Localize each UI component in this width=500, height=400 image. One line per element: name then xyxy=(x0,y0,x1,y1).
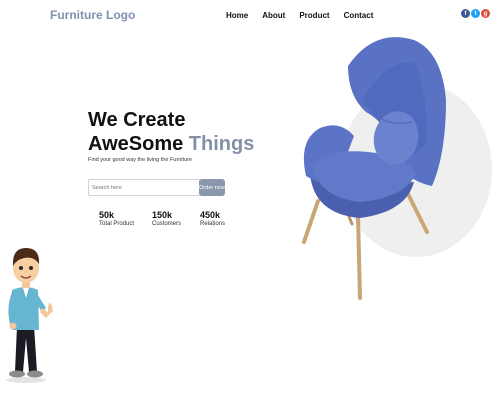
nav-about[interactable]: About xyxy=(262,11,285,20)
armchair-image xyxy=(302,37,446,300)
nav-home[interactable]: Home xyxy=(226,11,248,20)
twitter-icon[interactable]: t xyxy=(471,9,480,18)
character-illustration xyxy=(6,248,53,383)
social-links: f t g xyxy=(461,9,490,18)
stat-value: 450k xyxy=(200,210,221,220)
stat-relations: 450k Relations xyxy=(200,210,225,227)
hero-tagline: Find your good way the living the Furnit… xyxy=(88,157,192,163)
nav-product[interactable]: Product xyxy=(299,11,329,20)
main-nav: Home About Product Contact xyxy=(226,11,373,20)
stat-label: Customers xyxy=(152,221,182,227)
stat-label: Relations xyxy=(200,221,226,227)
stat-value: 150k xyxy=(152,210,173,220)
facebook-icon[interactable]: f xyxy=(461,9,470,18)
search-input[interactable] xyxy=(88,179,200,196)
stat-label: Total Product xyxy=(99,221,135,227)
hero-title-line1: We Create xyxy=(88,109,186,131)
stat-customers: 150k Customers xyxy=(152,210,181,227)
hero-title-line2: AweSome xyxy=(88,133,184,155)
order-now-button[interactable]: Order now xyxy=(199,179,225,196)
google-plus-icon[interactable]: g xyxy=(481,9,490,18)
site-logo[interactable]: Furniture Logo xyxy=(50,8,135,22)
nav-contact[interactable]: Contact xyxy=(344,11,374,20)
stat-total-product: 50k Total Product xyxy=(99,210,134,227)
hero-title: We Create AweSome Things xyxy=(88,108,254,156)
stat-value: 50k xyxy=(99,210,115,220)
hero-title-highlight: Things xyxy=(188,133,255,155)
